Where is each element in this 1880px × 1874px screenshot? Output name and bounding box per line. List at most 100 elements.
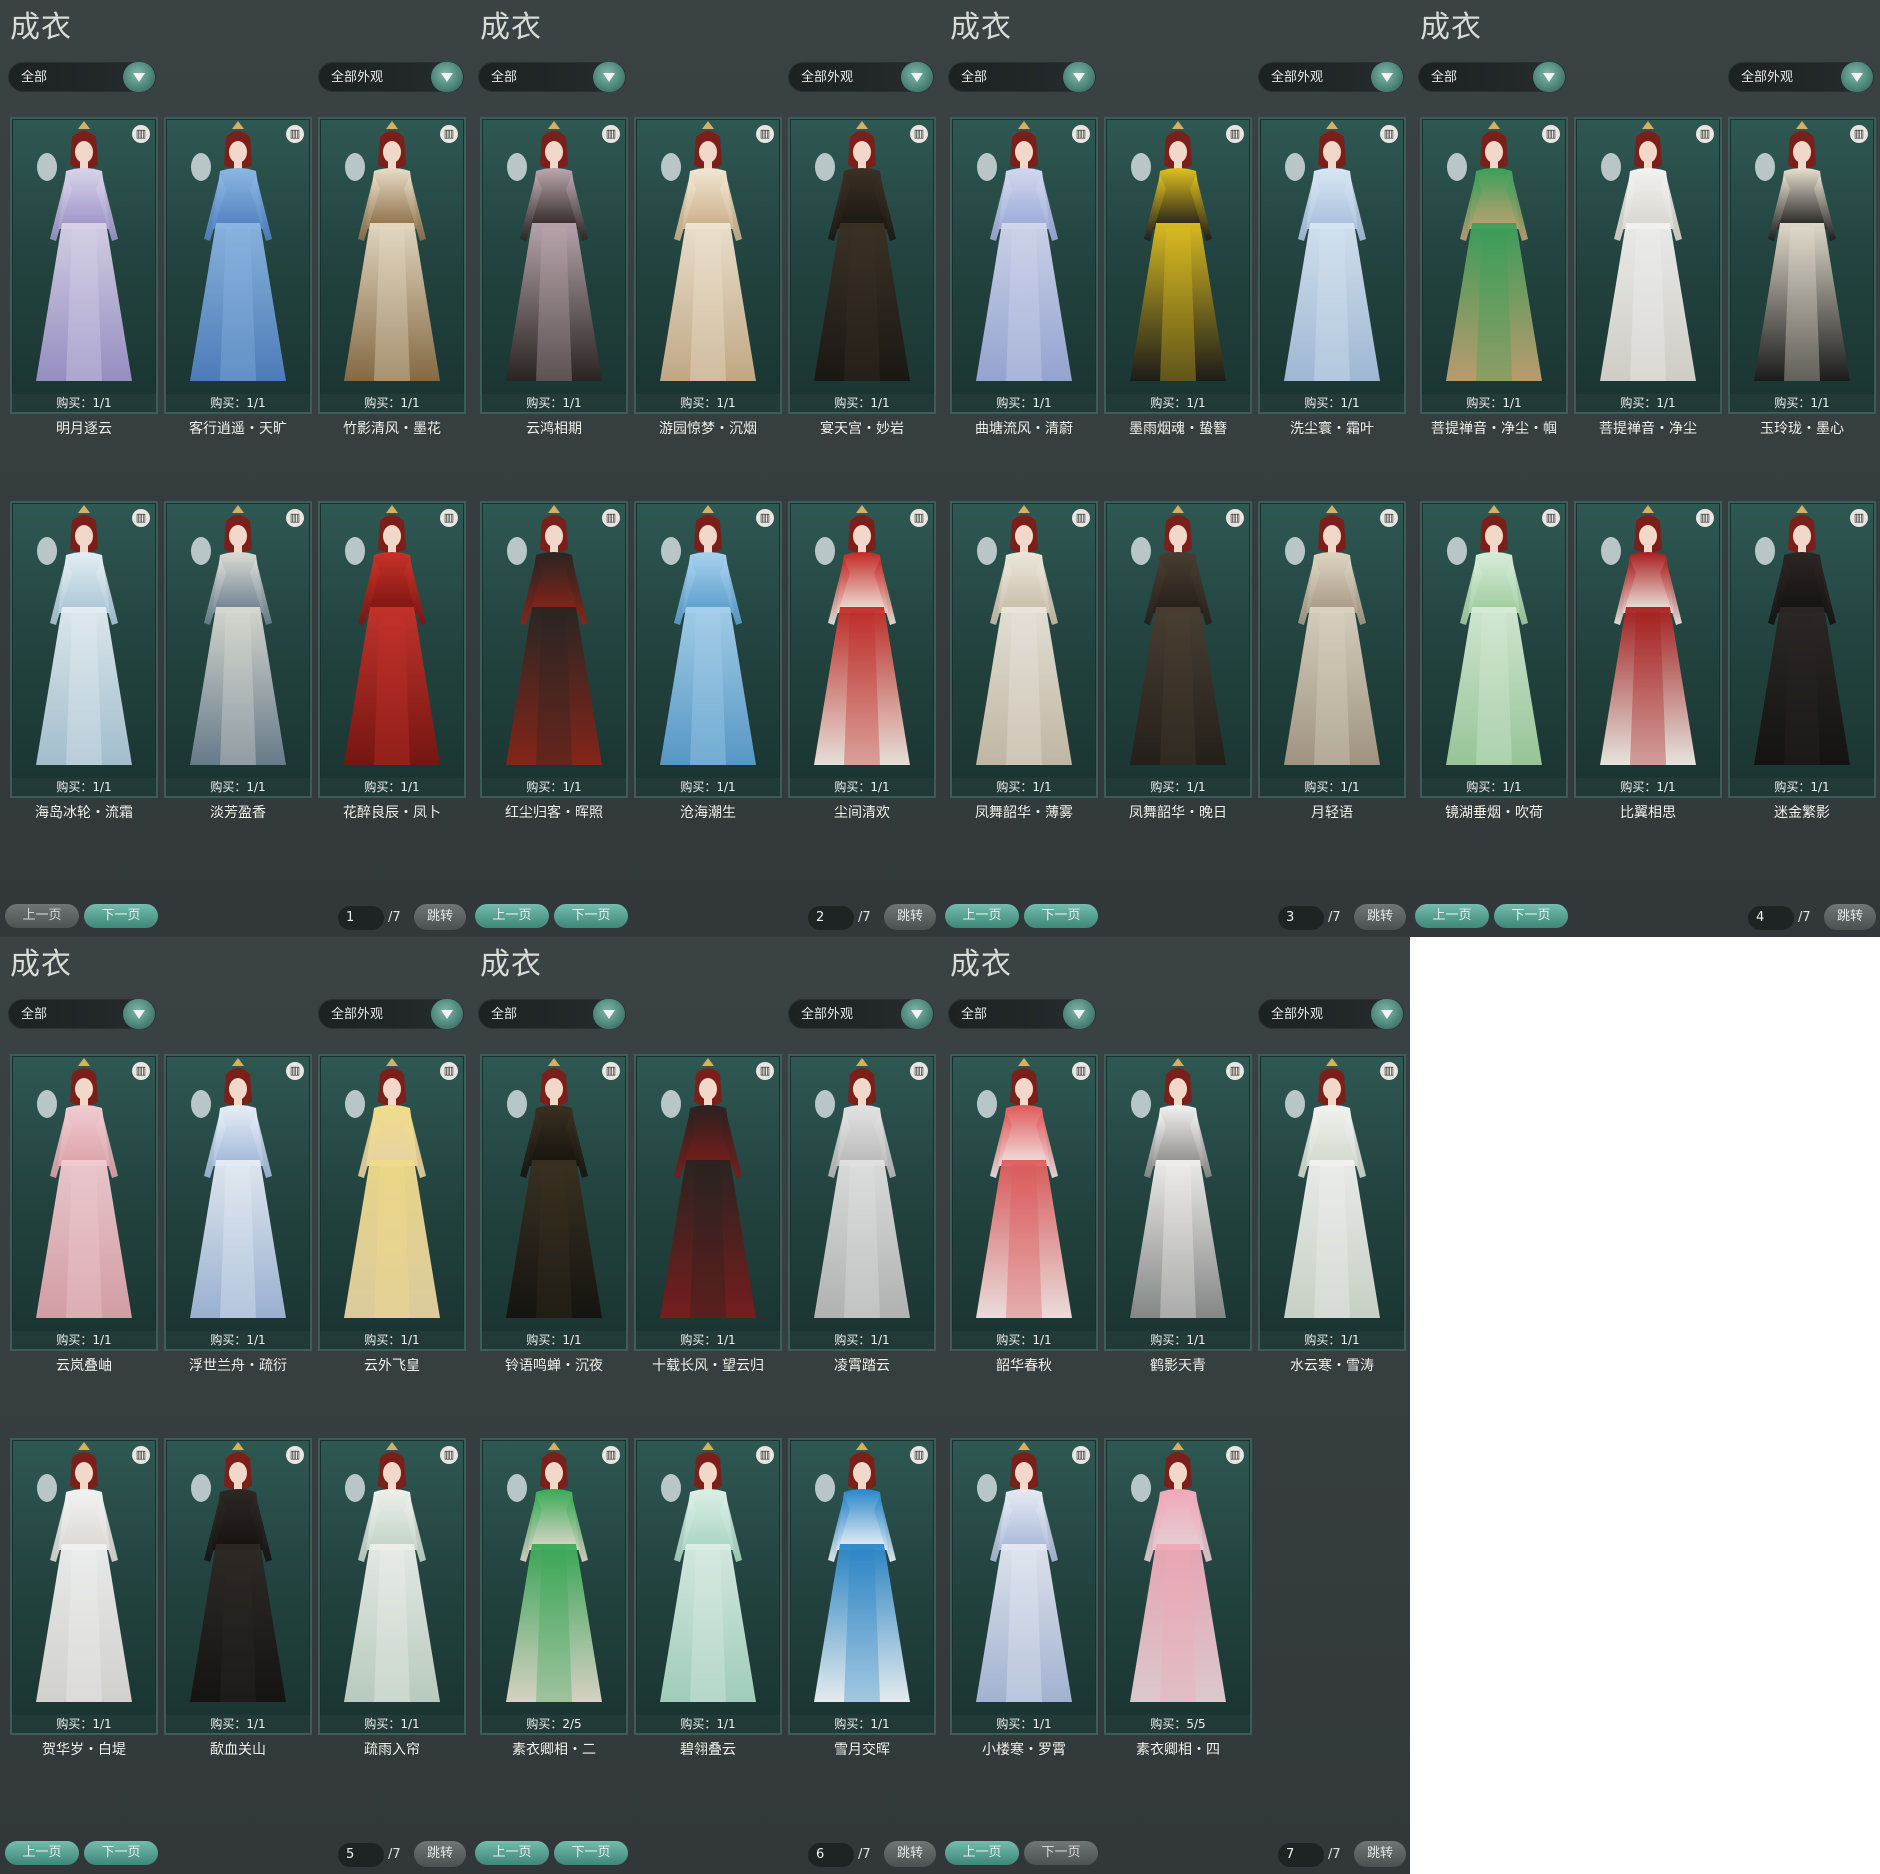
outfit-card[interactable]: ▥ 购买：1/1 [1258, 501, 1406, 798]
outfit-card[interactable]: ▥ 购买：1/1 [1728, 117, 1876, 414]
prev-page-button[interactable]: 上一页 [475, 1841, 549, 1865]
trash-icon[interactable]: ▥ [1226, 1446, 1244, 1464]
outfit-card[interactable]: ▥ 购买：1/1 [634, 1438, 782, 1735]
trash-icon[interactable]: ▥ [1850, 125, 1868, 143]
outfit-card[interactable]: ▥ 购买：1/1 [10, 117, 158, 414]
outfit-card[interactable]: ▥ 购买：1/1 [10, 1438, 158, 1735]
appearance-dropdown[interactable]: 全部外观 [1258, 62, 1404, 92]
jump-button[interactable]: 跳转 [884, 1841, 936, 1867]
category-dropdown[interactable]: 全部 [478, 62, 626, 92]
trash-icon[interactable]: ▥ [602, 1062, 620, 1080]
next-page-button[interactable]: 下一页 [1024, 1841, 1098, 1865]
appearance-dropdown[interactable]: 全部外观 [318, 62, 464, 92]
outfit-card[interactable]: ▥ 购买：1/1 [1104, 1054, 1252, 1351]
outfit-card[interactable]: ▥ 购买：1/1 [788, 117, 936, 414]
trash-icon[interactable]: ▥ [1072, 1446, 1090, 1464]
category-dropdown[interactable]: 全部 [948, 62, 1096, 92]
appearance-dropdown[interactable]: 全部外观 [318, 999, 464, 1029]
trash-icon[interactable]: ▥ [910, 509, 928, 527]
trash-icon[interactable]: ▥ [1072, 125, 1090, 143]
outfit-card[interactable]: ▥ 购买：1/1 [788, 1054, 936, 1351]
outfit-card[interactable]: ▥ 购买：5/5 [1104, 1438, 1252, 1735]
outfit-card[interactable]: ▥ 购买：1/1 [10, 1054, 158, 1351]
trash-icon[interactable]: ▥ [602, 509, 620, 527]
chevron-down-icon[interactable] [1371, 62, 1403, 92]
outfit-card[interactable]: ▥ 购买：1/1 [164, 1438, 312, 1735]
trash-icon[interactable]: ▥ [132, 1062, 150, 1080]
next-page-button[interactable]: 下一页 [84, 904, 158, 928]
chevron-down-icon[interactable] [1063, 62, 1095, 92]
prev-page-button[interactable]: 上一页 [5, 904, 79, 928]
outfit-card[interactable]: ▥ 购买：1/1 [164, 117, 312, 414]
jump-button[interactable]: 跳转 [1354, 904, 1406, 930]
next-page-button[interactable]: 下一页 [554, 1841, 628, 1865]
appearance-dropdown[interactable]: 全部外观 [1258, 999, 1404, 1029]
jump-button[interactable]: 跳转 [1824, 904, 1876, 930]
outfit-card[interactable]: ▥ 购买：1/1 [788, 1438, 936, 1735]
trash-icon[interactable]: ▥ [1380, 125, 1398, 143]
chevron-down-icon[interactable] [901, 999, 933, 1029]
outfit-card[interactable]: ▥ 购买：1/1 [1420, 501, 1568, 798]
trash-icon[interactable]: ▥ [286, 1062, 304, 1080]
chevron-down-icon[interactable] [431, 999, 463, 1029]
page-number-input[interactable]: 6 [808, 1843, 854, 1867]
outfit-card[interactable]: ▥ 购买：1/1 [1258, 1054, 1406, 1351]
outfit-card[interactable]: ▥ 购买：1/1 [634, 1054, 782, 1351]
chevron-down-icon[interactable] [901, 62, 933, 92]
jump-button[interactable]: 跳转 [884, 904, 936, 930]
chevron-down-icon[interactable] [431, 62, 463, 92]
outfit-card[interactable]: ▥ 购买：1/1 [318, 1438, 466, 1735]
trash-icon[interactable]: ▥ [132, 1446, 150, 1464]
prev-page-button[interactable]: 上一页 [475, 904, 549, 928]
trash-icon[interactable]: ▥ [1542, 509, 1560, 527]
outfit-card[interactable]: ▥ 购买：1/1 [10, 501, 158, 798]
outfit-card[interactable]: ▥ 购买：1/1 [950, 501, 1098, 798]
trash-icon[interactable]: ▥ [1380, 1062, 1398, 1080]
category-dropdown[interactable]: 全部 [8, 999, 156, 1029]
trash-icon[interactable]: ▥ [756, 1446, 774, 1464]
outfit-card[interactable]: ▥ 购买：1/1 [1574, 501, 1722, 798]
chevron-down-icon[interactable] [1533, 62, 1565, 92]
trash-icon[interactable]: ▥ [756, 125, 774, 143]
jump-button[interactable]: 跳转 [1354, 1841, 1406, 1867]
chevron-down-icon[interactable] [123, 62, 155, 92]
trash-icon[interactable]: ▥ [1850, 509, 1868, 527]
trash-icon[interactable]: ▥ [1226, 125, 1244, 143]
trash-icon[interactable]: ▥ [756, 509, 774, 527]
outfit-card[interactable]: ▥ 购买：1/1 [1258, 117, 1406, 414]
prev-page-button[interactable]: 上一页 [1415, 904, 1489, 928]
next-page-button[interactable]: 下一页 [554, 904, 628, 928]
trash-icon[interactable]: ▥ [1696, 509, 1714, 527]
outfit-card[interactable]: ▥ 购买：1/1 [1104, 117, 1252, 414]
trash-icon[interactable]: ▥ [440, 1446, 458, 1464]
trash-icon[interactable]: ▥ [910, 125, 928, 143]
trash-icon[interactable]: ▥ [756, 1062, 774, 1080]
outfit-card[interactable]: ▥ 购买：1/1 [164, 501, 312, 798]
outfit-card[interactable]: ▥ 购买：1/1 [950, 117, 1098, 414]
outfit-card[interactable]: ▥ 购买：1/1 [1420, 117, 1568, 414]
trash-icon[interactable]: ▥ [1380, 509, 1398, 527]
trash-icon[interactable]: ▥ [132, 125, 150, 143]
trash-icon[interactable]: ▥ [1542, 125, 1560, 143]
outfit-card[interactable]: ▥ 购买：1/1 [1104, 501, 1252, 798]
jump-button[interactable]: 跳转 [414, 1841, 466, 1867]
outfit-card[interactable]: ▥ 购买：1/1 [318, 501, 466, 798]
page-number-input[interactable]: 5 [338, 1843, 384, 1867]
prev-page-button[interactable]: 上一页 [5, 1841, 79, 1865]
category-dropdown[interactable]: 全部 [478, 999, 626, 1029]
trash-icon[interactable]: ▥ [440, 1062, 458, 1080]
chevron-down-icon[interactable] [593, 999, 625, 1029]
trash-icon[interactable]: ▥ [1072, 1062, 1090, 1080]
chevron-down-icon[interactable] [1371, 999, 1403, 1029]
trash-icon[interactable]: ▥ [910, 1062, 928, 1080]
outfit-card[interactable]: ▥ 购买：1/1 [634, 117, 782, 414]
jump-button[interactable]: 跳转 [414, 904, 466, 930]
outfit-card[interactable]: ▥ 购买：1/1 [480, 501, 628, 798]
trash-icon[interactable]: ▥ [1696, 125, 1714, 143]
outfit-card[interactable]: ▥ 购买：1/1 [1728, 501, 1876, 798]
category-dropdown[interactable]: 全部 [8, 62, 156, 92]
appearance-dropdown[interactable]: 全部外观 [1728, 62, 1874, 92]
category-dropdown[interactable]: 全部 [1418, 62, 1566, 92]
trash-icon[interactable]: ▥ [602, 125, 620, 143]
outfit-card[interactable]: ▥ 购买：2/5 [480, 1438, 628, 1735]
